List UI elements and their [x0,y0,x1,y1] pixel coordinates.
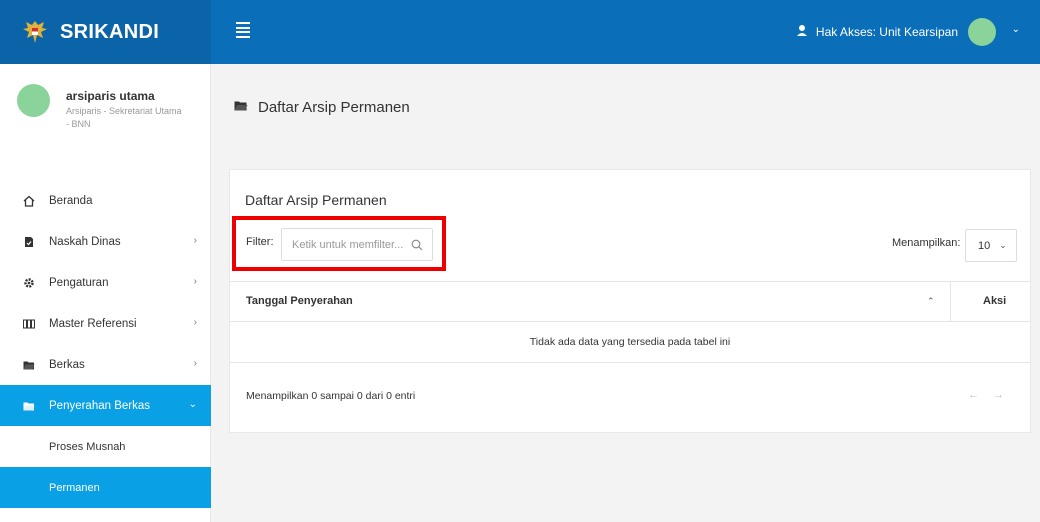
sidebar-item-master-referensi[interactable]: Master Referensi › [0,303,211,344]
gear-icon [23,277,35,289]
home-icon [23,195,35,207]
menu-toggle-icon[interactable] [236,22,250,38]
sidebar-item-penyerahan-berkas[interactable]: Penyerahan Berkas ⌄ [0,385,211,426]
column-divider [950,282,951,321]
brand-name: SRIKANDI [60,20,160,43]
avatar [17,84,50,117]
chevron-right-icon: › [193,235,197,246]
column-header-aksi: Aksi [983,295,1007,307]
archive-table: Tanggal Penyerahan ⌃ Aksi Tidak ada data… [230,281,1030,363]
sidebar-item-label: Master Referensi [49,317,137,330]
filter-box [281,228,433,261]
document-icon [23,236,35,248]
page-title-text: Daftar Arsip Permanen [258,99,410,116]
sidebar-item-label: Penyerahan Berkas [49,399,151,412]
chevron-right-icon: › [193,276,197,287]
sort-asc-icon[interactable]: ⌃ [927,296,935,307]
next-page-arrow-icon[interactable]: → [993,389,1004,401]
chevron-down-icon: ⌄ [999,240,1007,250]
folder-open-icon [234,99,248,116]
chevron-right-icon: › [193,358,197,369]
user-name: arsiparis utama [66,89,155,103]
filter-input[interactable] [282,229,406,260]
access-role-label: Hak Akses: Unit Kearsipan [815,25,958,39]
sidebar: arsiparis utama Arsiparis - Sekretariat … [0,64,211,522]
folder-open-icon [23,400,35,412]
page-size-value: 10 [978,239,991,252]
folder-icon [23,359,35,371]
archive-card: Daftar Arsip Permanen Filter: Menampilka… [229,169,1031,433]
garuda-logo-icon [23,21,47,43]
pagination: ← → [968,389,1018,401]
user-profile: arsiparis utama Arsiparis - Sekretariat … [0,64,210,164]
card-title: Daftar Arsip Permanen [245,192,387,208]
user-icon [796,24,809,40]
chevron-down-icon: ⌄ [188,399,197,410]
filter-label: Filter: [246,236,274,248]
table-header: Tanggal Penyerahan ⌃ Aksi [230,281,1030,322]
sidebar-item-label: Beranda [49,194,93,207]
sidebar-item-label: Berkas [49,358,85,371]
user-role: Arsiparis - Sekretariat Utama - BNN [66,106,182,129]
table-info: Menampilkan 0 sampai 0 dari 0 entri [246,390,416,402]
table-empty-row: Tidak ada data yang tersedia pada tabel … [230,322,1030,363]
sidebar-item-berkas[interactable]: Berkas › [0,344,211,385]
prev-page-arrow-icon[interactable]: ← [968,389,979,401]
page-size-label: Menampilkan: [892,237,961,249]
access-role[interactable]: Hak Akses: Unit Kearsipan [796,24,958,40]
sidebar-item-label: Naskah Dinas [49,235,121,248]
sidebar-subitem-permanen[interactable]: Permanen [0,467,211,508]
user-avatar[interactable] [968,18,996,46]
brand[interactable]: SRIKANDI [0,0,211,64]
sidebar-item-beranda[interactable]: Beranda [0,180,211,221]
sidebar-subitem-proses-musnah[interactable]: Proses Musnah [0,426,211,467]
chevron-right-icon: › [193,317,197,328]
search-icon[interactable] [411,239,423,251]
sidebar-item-label: Pengaturan [49,276,109,289]
page-title: Daftar Arsip Permanen [234,99,410,116]
sidebar-item-naskah-dinas[interactable]: Naskah Dinas › [0,221,211,262]
grid-icon [23,318,35,330]
sidebar-menu: Beranda Naskah Dinas › Pengaturan › Mast… [0,180,211,508]
top-bar: SRIKANDI Hak Akses: Unit Kearsipan ⌄ [0,0,1040,64]
column-header-tanggal-penyerahan[interactable]: Tanggal Penyerahan [246,295,353,307]
sidebar-item-pengaturan[interactable]: Pengaturan › [0,262,211,303]
chevron-down-icon[interactable]: ⌄ [1012,24,1020,35]
page-size-select[interactable]: 10 ⌄ [965,229,1017,262]
